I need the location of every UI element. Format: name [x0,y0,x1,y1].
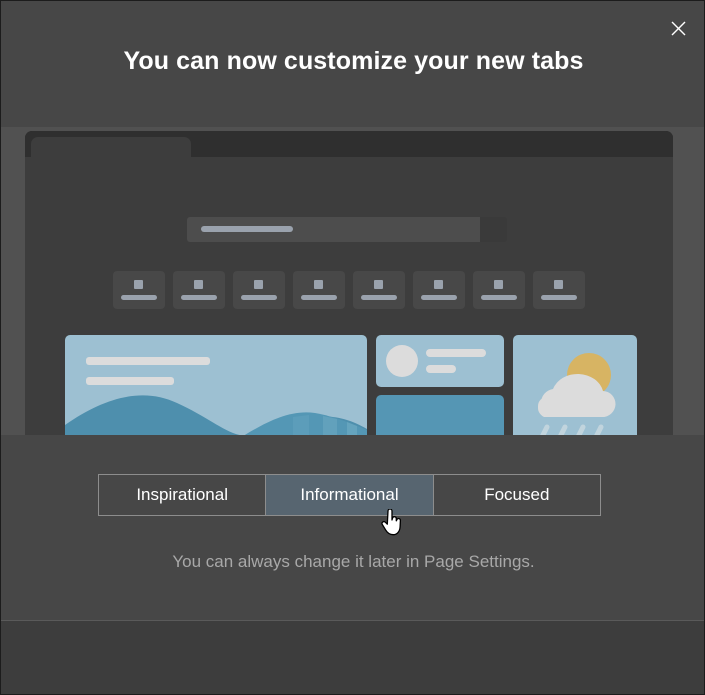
mountain-illustration [65,395,367,435]
mock-middle-column [376,335,504,435]
new-tab-preview [1,113,704,435]
mock-shortcut-tiles [113,271,603,309]
tile-label [241,295,277,300]
mock-content-cards [65,335,637,435]
article-title-bar [426,349,486,357]
close-icon [671,21,685,35]
mock-shortcut-tile [413,271,465,309]
dialog-title: You can now customize your new tabs [123,47,584,75]
mock-shortcut-tile [473,271,525,309]
mock-image-card [65,335,367,435]
tile-icon [134,280,143,289]
weather-icon [538,353,616,435]
hero-headline-bar [86,357,210,365]
tile-label [361,295,397,300]
tile-label [481,295,517,300]
mock-search-input [187,217,495,242]
mock-page-content [25,157,673,435]
tile-label [121,295,157,300]
tile-icon [194,280,203,289]
mock-tab-strip [25,131,673,159]
dialog-footer: groovyPost.com Next [1,621,704,694]
mock-shortcut-tile [353,271,405,309]
tile-icon [434,280,443,289]
mock-content-block-card [376,395,504,435]
mock-search-button [480,217,507,242]
tile-label [541,295,577,300]
mock-article-card [376,335,504,387]
tile-icon [494,280,503,289]
mock-active-tab [31,137,191,159]
tile-label [181,295,217,300]
layout-option-focused[interactable]: Focused [432,475,600,515]
mock-shortcut-tile [533,271,585,309]
close-button[interactable] [658,9,698,47]
mock-shortcut-tile [293,271,345,309]
layout-option-selector: Inspirational Informational Focused [98,474,601,516]
browser-mockup [25,131,673,435]
mock-search-placeholder [201,226,293,232]
layout-option-inspirational[interactable]: Inspirational [99,475,265,515]
tile-label [421,295,457,300]
tile-icon [254,280,263,289]
mock-shortcut-tile [233,271,285,309]
onboarding-dialog: You can now customize your new tabs Insp… [0,0,705,695]
mock-shortcut-tile [113,271,165,309]
tile-icon [374,280,383,289]
avatar [386,345,418,377]
tile-icon [314,280,323,289]
helper-caption: You can always change it later in Page S… [172,552,535,571]
mock-shortcut-tile [173,271,225,309]
tile-label [301,295,337,300]
article-meta-bar [426,365,456,373]
tile-icon [554,280,563,289]
layout-option-informational[interactable]: Informational [265,475,433,515]
hero-subheadline-bar [86,377,174,385]
mock-weather-card [513,335,637,435]
